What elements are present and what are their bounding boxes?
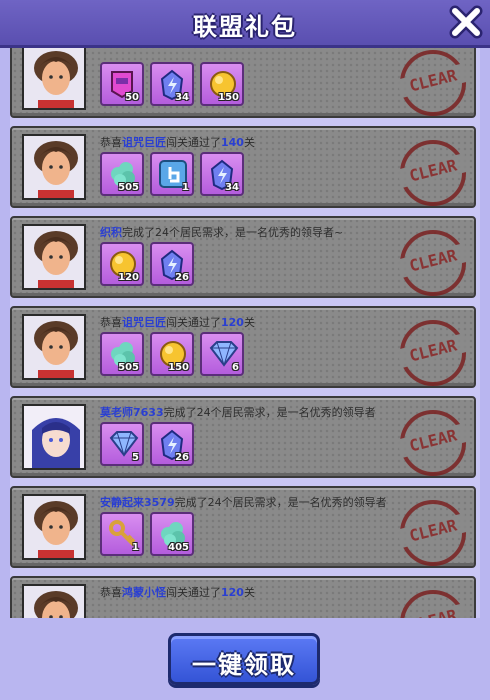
reward-item[interactable]: 1 bbox=[150, 152, 194, 196]
clear-stamp-text: CLEAR bbox=[396, 512, 470, 549]
reward-item[interactable]: 34 bbox=[150, 62, 194, 106]
clear-stamp: CLEAR bbox=[396, 50, 470, 116]
level-suffix: 关 bbox=[243, 586, 255, 599]
notice-prefix: 恭喜 bbox=[100, 586, 122, 599]
avatar-curly-hair bbox=[22, 48, 86, 110]
item-count: 6 bbox=[232, 362, 239, 373]
clear-stamp: CLEAR bbox=[396, 320, 470, 386]
avatar-curly-hair bbox=[22, 134, 86, 200]
item-count: 34 bbox=[175, 92, 189, 103]
reward-items: 50 34 150 bbox=[100, 62, 244, 106]
notice-suffix: 完成了24个居民需求，是一名优秀的领导者 bbox=[163, 406, 376, 419]
reward-item[interactable]: 5 bbox=[100, 422, 144, 466]
notice-prefix: 恭喜 bbox=[100, 136, 122, 149]
reward-item[interactable]: 1 bbox=[100, 512, 144, 556]
page-title: 联盟礼包 bbox=[193, 13, 297, 41]
reward-items: 505 150 6 bbox=[100, 332, 244, 376]
claim-all-button[interactable]: 一键领取 bbox=[168, 633, 320, 685]
list-item: 恭喜诅咒巨匠闯关通过了120关 505 150 6 CLEAR bbox=[10, 306, 476, 388]
list-item: 50 34 150 CLEAR bbox=[10, 48, 476, 118]
item-count: 1 bbox=[182, 182, 189, 193]
reward-items: 505 1 34 bbox=[100, 152, 244, 196]
player-name: 诅咒巨匠 bbox=[122, 136, 166, 149]
item-count: 5 bbox=[132, 452, 139, 463]
item-count: 150 bbox=[218, 92, 239, 103]
notice-text: 莫老师7633完成了24个居民需求，是一名优秀的领导者 bbox=[100, 404, 376, 420]
item-count: 120 bbox=[118, 272, 139, 283]
clear-stamp-text: CLEAR bbox=[396, 602, 470, 618]
level-number: 120 bbox=[221, 586, 244, 599]
item-count: 505 bbox=[118, 182, 139, 193]
claim-all-label: 一键领取 bbox=[192, 651, 296, 679]
avatar-curly-hair bbox=[22, 224, 86, 290]
player-name: 织积 bbox=[100, 226, 122, 239]
reward-item[interactable]: 6 bbox=[200, 332, 244, 376]
notice-text: 恭喜鸿蒙小怪闯关通过了120关 bbox=[100, 584, 255, 600]
clear-stamp-text: CLEAR bbox=[396, 332, 470, 369]
clear-stamp-text: CLEAR bbox=[396, 62, 470, 99]
header-bar: 联盟礼包 bbox=[0, 0, 490, 48]
list-item: 莫老师7633完成了24个居民需求，是一名优秀的领导者 5 26 CLEAR bbox=[10, 396, 476, 478]
avatar-curly-hair bbox=[22, 314, 86, 380]
item-count: 26 bbox=[175, 272, 189, 283]
reward-items: 120 26 bbox=[100, 242, 194, 286]
notice-prefix: 恭喜 bbox=[100, 316, 122, 329]
reward-item[interactable]: 150 bbox=[150, 332, 194, 376]
list-item: 安静起来3579完成了24个居民需求，是一名优秀的领导者 1 405 CLEAR bbox=[10, 486, 476, 568]
item-count: 1 bbox=[132, 542, 139, 553]
item-count: 405 bbox=[168, 542, 189, 553]
reward-item[interactable]: 505 bbox=[100, 332, 144, 376]
item-count: 50 bbox=[125, 92, 139, 103]
item-count: 34 bbox=[225, 182, 239, 193]
clear-stamp: CLEAR bbox=[396, 590, 470, 618]
level-number: 140 bbox=[221, 136, 244, 149]
list-item: 恭喜鸿蒙小怪闯关通过了120关 CLEAR bbox=[10, 576, 476, 618]
reward-items: 5 26 bbox=[100, 422, 194, 466]
reward-item[interactable]: 26 bbox=[150, 242, 194, 286]
clear-stamp: CLEAR bbox=[396, 140, 470, 206]
level-suffix: 关 bbox=[243, 316, 255, 329]
notice-suffix: 闯关通过了 bbox=[166, 136, 221, 149]
notice-suffix: 完成了24个居民需求，是一名优秀的领导者 bbox=[174, 496, 387, 509]
player-name: 安静起来3579 bbox=[100, 496, 175, 509]
reward-items: 1 405 bbox=[100, 512, 194, 556]
reward-item[interactable]: 50 bbox=[100, 62, 144, 106]
item-count: 505 bbox=[118, 362, 139, 373]
item-count: 26 bbox=[175, 452, 189, 463]
reward-item[interactable]: 34 bbox=[200, 152, 244, 196]
player-name: 莫老师7633 bbox=[100, 406, 164, 419]
player-name: 鸿蒙小怪 bbox=[122, 586, 166, 599]
avatar-blue-hair bbox=[22, 404, 86, 470]
reward-item[interactable]: 120 bbox=[100, 242, 144, 286]
clear-stamp-text: CLEAR bbox=[396, 152, 470, 189]
avatar-curly-hair bbox=[22, 494, 86, 560]
reward-item[interactable]: 26 bbox=[150, 422, 194, 466]
reward-item[interactable]: 505 bbox=[100, 152, 144, 196]
clear-stamp-text: CLEAR bbox=[396, 242, 470, 279]
item-count: 150 bbox=[168, 362, 189, 373]
notice-suffix: 闯关通过了 bbox=[166, 586, 221, 599]
reward-list[interactable]: 50 34 150 CLEAR 恭喜诅咒巨匠闯关通过了140关 505 1 34 CLEAR 织积… bbox=[10, 48, 480, 618]
notice-text: 恭喜诅咒巨匠闯关通过了120关 bbox=[100, 314, 255, 330]
close-button[interactable] bbox=[448, 4, 484, 40]
player-name: 诅咒巨匠 bbox=[122, 316, 166, 329]
list-item: 织积完成了24个居民需求，是一名优秀的领导者~ 120 26 CLEAR bbox=[10, 216, 476, 298]
clear-stamp-text: CLEAR bbox=[396, 422, 470, 459]
reward-item[interactable]: 405 bbox=[150, 512, 194, 556]
notice-text: 织积完成了24个居民需求，是一名优秀的领导者~ bbox=[100, 224, 343, 240]
close-icon bbox=[449, 5, 483, 39]
avatar-curly-hair bbox=[22, 584, 86, 618]
clear-stamp: CLEAR bbox=[396, 410, 470, 476]
notice-text: 恭喜诅咒巨匠闯关通过了140关 bbox=[100, 134, 255, 150]
list-item: 恭喜诅咒巨匠闯关通过了140关 505 1 34 CLEAR bbox=[10, 126, 476, 208]
level-suffix: 关 bbox=[243, 136, 255, 149]
notice-text: 安静起来3579完成了24个居民需求，是一名优秀的领导者 bbox=[100, 494, 387, 510]
notice-suffix: 闯关通过了 bbox=[166, 316, 221, 329]
reward-item[interactable]: 150 bbox=[200, 62, 244, 106]
notice-suffix: 完成了24个居民需求，是一名优秀的领导者~ bbox=[122, 226, 344, 239]
level-number: 120 bbox=[221, 316, 244, 329]
clear-stamp: CLEAR bbox=[396, 230, 470, 296]
clear-stamp: CLEAR bbox=[396, 500, 470, 566]
